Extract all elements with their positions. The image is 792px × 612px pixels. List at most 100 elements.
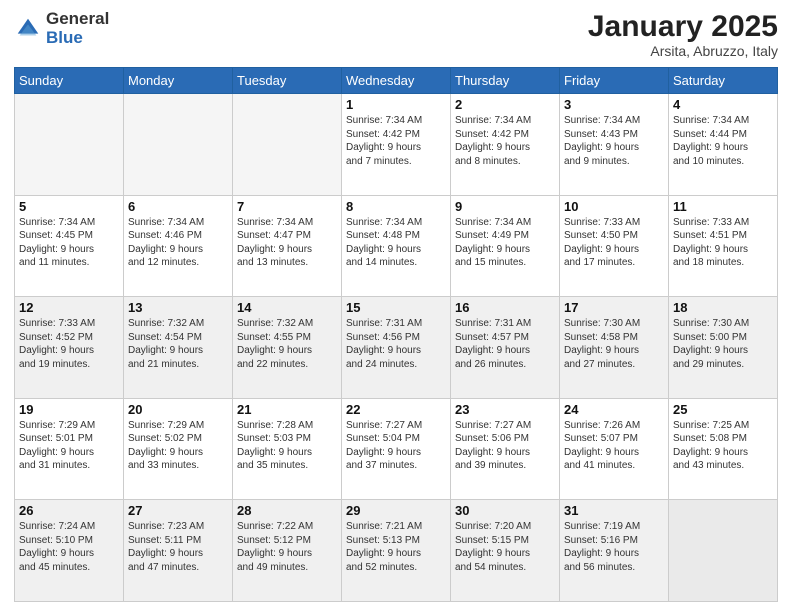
day-info: Sunrise: 7:34 AM Sunset: 4:42 PM Dayligh… — [455, 114, 555, 168]
day-info: Sunrise: 7:33 AM Sunset: 4:50 PM Dayligh… — [564, 216, 664, 270]
table-row: 20Sunrise: 7:29 AM Sunset: 5:02 PM Dayli… — [124, 398, 233, 500]
day-info: Sunrise: 7:27 AM Sunset: 5:04 PM Dayligh… — [346, 419, 446, 473]
day-number: 28 — [237, 503, 337, 518]
col-monday: Monday — [124, 68, 233, 94]
day-info: Sunrise: 7:34 AM Sunset: 4:42 PM Dayligh… — [346, 114, 446, 168]
day-number: 26 — [19, 503, 119, 518]
day-info: Sunrise: 7:34 AM Sunset: 4:44 PM Dayligh… — [673, 114, 773, 168]
day-info: Sunrise: 7:34 AM Sunset: 4:48 PM Dayligh… — [346, 216, 446, 270]
day-info: Sunrise: 7:26 AM Sunset: 5:07 PM Dayligh… — [564, 419, 664, 473]
col-wednesday: Wednesday — [342, 68, 451, 94]
title-block: January 2025 Arsita, Abruzzo, Italy — [588, 10, 778, 59]
day-number: 9 — [455, 199, 555, 214]
table-row — [15, 94, 124, 196]
col-sunday: Sunday — [15, 68, 124, 94]
day-info: Sunrise: 7:29 AM Sunset: 5:01 PM Dayligh… — [19, 419, 119, 473]
day-number: 22 — [346, 402, 446, 417]
table-row: 17 Sunrise: 7:30 AM Sunset: 4:58 PM Dayli… — [560, 297, 669, 399]
day-info: Sunrise: 7:34 AM Sunset: 4:49 PM Dayligh… — [455, 216, 555, 270]
month-year: January 2025 — [588, 10, 778, 43]
page-container: General Blue January 2025 Arsita, Abruzz… — [0, 0, 792, 612]
calendar-week-row: 1Sunrise: 7:34 AM Sunset: 4:42 PM Daylig… — [15, 94, 778, 196]
day-info: Sunrise: 7:34 AM Sunset: 4:45 PM Dayligh… — [19, 216, 119, 270]
table-row: 8 Sunrise: 7:34 AM Sunset: 4:48 PM Daylig… — [342, 195, 451, 297]
day-info: Sunrise: 7:20 AM Sunset: 5:15 PM Dayligh… — [455, 520, 555, 574]
day-number: 29 — [346, 503, 446, 518]
day-number: 13 — [128, 300, 228, 315]
day-number: 4 — [673, 97, 773, 112]
table-row: 4 Sunrise: 7:34 AM Sunset: 4:44 PM Daylig… — [669, 94, 778, 196]
logo-blue: Blue — [46, 29, 109, 48]
logo: General Blue — [14, 10, 109, 47]
day-info: Sunrise: 7:32 AM Sunset: 4:54 PM Dayligh… — [128, 317, 228, 371]
logo-general: General — [46, 10, 109, 29]
table-row: 5 Sunrise: 7:34 AM Sunset: 4:45 PM Daylig… — [15, 195, 124, 297]
day-number: 18 — [673, 300, 773, 315]
day-info: Sunrise: 7:32 AM Sunset: 4:55 PM Dayligh… — [237, 317, 337, 371]
day-number: 31 — [564, 503, 664, 518]
day-info: Sunrise: 7:22 AM Sunset: 5:12 PM Dayligh… — [237, 520, 337, 574]
table-row: 19Sunrise: 7:29 AM Sunset: 5:01 PM Dayli… — [15, 398, 124, 500]
day-number: 11 — [673, 199, 773, 214]
day-number: 14 — [237, 300, 337, 315]
table-row: 27 Sunrise: 7:23 AM Sunset: 5:11 PM Dayli… — [124, 500, 233, 602]
table-row: 14 Sunrise: 7:32 AM Sunset: 4:55 PM Dayli… — [233, 297, 342, 399]
location: Arsita, Abruzzo, Italy — [588, 43, 778, 59]
table-row: 30 Sunrise: 7:20 AM Sunset: 5:15 PM Dayli… — [451, 500, 560, 602]
table-row: 3Sunrise: 7:34 AM Sunset: 4:43 PM Daylig… — [560, 94, 669, 196]
day-info: Sunrise: 7:31 AM Sunset: 4:57 PM Dayligh… — [455, 317, 555, 371]
table-row — [233, 94, 342, 196]
day-info: Sunrise: 7:29 AM Sunset: 5:02 PM Dayligh… — [128, 419, 228, 473]
col-thursday: Thursday — [451, 68, 560, 94]
day-info: Sunrise: 7:30 AM Sunset: 4:58 PM Dayligh… — [564, 317, 664, 371]
table-row: 9 Sunrise: 7:34 AM Sunset: 4:49 PM Daylig… — [451, 195, 560, 297]
table-row: 7 Sunrise: 7:34 AM Sunset: 4:47 PM Daylig… — [233, 195, 342, 297]
table-row: 6 Sunrise: 7:34 AM Sunset: 4:46 PM Daylig… — [124, 195, 233, 297]
table-row: 16 Sunrise: 7:31 AM Sunset: 4:57 PM Dayli… — [451, 297, 560, 399]
day-info: Sunrise: 7:23 AM Sunset: 5:11 PM Dayligh… — [128, 520, 228, 574]
table-row: 28 Sunrise: 7:22 AM Sunset: 5:12 PM Dayli… — [233, 500, 342, 602]
table-row: 24 Sunrise: 7:26 AM Sunset: 5:07 PM Dayli… — [560, 398, 669, 500]
logo-icon — [14, 15, 42, 43]
day-info: Sunrise: 7:30 AM Sunset: 5:00 PM Dayligh… — [673, 317, 773, 371]
table-row: 29 Sunrise: 7:21 AM Sunset: 5:13 PM Dayli… — [342, 500, 451, 602]
day-info: Sunrise: 7:28 AM Sunset: 5:03 PM Dayligh… — [237, 419, 337, 473]
table-row: 11Sunrise: 7:33 AM Sunset: 4:51 PM Dayli… — [669, 195, 778, 297]
day-number: 6 — [128, 199, 228, 214]
logo-text: General Blue — [46, 10, 109, 47]
day-info: Sunrise: 7:25 AM Sunset: 5:08 PM Dayligh… — [673, 419, 773, 473]
day-number: 27 — [128, 503, 228, 518]
table-row: 10 Sunrise: 7:33 AM Sunset: 4:50 PM Dayli… — [560, 195, 669, 297]
day-number: 8 — [346, 199, 446, 214]
table-row — [669, 500, 778, 602]
table-row: 22 Sunrise: 7:27 AM Sunset: 5:04 PM Dayli… — [342, 398, 451, 500]
col-friday: Friday — [560, 68, 669, 94]
day-number: 7 — [237, 199, 337, 214]
day-number: 30 — [455, 503, 555, 518]
calendar-header-row: Sunday Monday Tuesday Wednesday Thursday… — [15, 68, 778, 94]
day-number: 5 — [19, 199, 119, 214]
calendar-week-row: 19Sunrise: 7:29 AM Sunset: 5:01 PM Dayli… — [15, 398, 778, 500]
table-row: 2Sunrise: 7:34 AM Sunset: 4:42 PM Daylig… — [451, 94, 560, 196]
day-number: 16 — [455, 300, 555, 315]
day-number: 25 — [673, 402, 773, 417]
day-number: 10 — [564, 199, 664, 214]
day-info: Sunrise: 7:21 AM Sunset: 5:13 PM Dayligh… — [346, 520, 446, 574]
table-row: 15Sunrise: 7:31 AM Sunset: 4:56 PM Dayli… — [342, 297, 451, 399]
table-row: 18 Sunrise: 7:30 AM Sunset: 5:00 PM Dayli… — [669, 297, 778, 399]
col-tuesday: Tuesday — [233, 68, 342, 94]
day-info: Sunrise: 7:33 AM Sunset: 4:52 PM Dayligh… — [19, 317, 119, 371]
day-info: Sunrise: 7:31 AM Sunset: 4:56 PM Dayligh… — [346, 317, 446, 371]
day-info: Sunrise: 7:34 AM Sunset: 4:46 PM Dayligh… — [128, 216, 228, 270]
table-row: 1Sunrise: 7:34 AM Sunset: 4:42 PM Daylig… — [342, 94, 451, 196]
day-number: 3 — [564, 97, 664, 112]
page-header: General Blue January 2025 Arsita, Abruzz… — [14, 10, 778, 59]
day-number: 23 — [455, 402, 555, 417]
day-number: 17 — [564, 300, 664, 315]
day-info: Sunrise: 7:24 AM Sunset: 5:10 PM Dayligh… — [19, 520, 119, 574]
table-row: 31 Sunrise: 7:19 AM Sunset: 5:16 PM Dayli… — [560, 500, 669, 602]
day-info: Sunrise: 7:19 AM Sunset: 5:16 PM Dayligh… — [564, 520, 664, 574]
day-number: 24 — [564, 402, 664, 417]
day-info: Sunrise: 7:34 AM Sunset: 4:47 PM Dayligh… — [237, 216, 337, 270]
day-number: 21 — [237, 402, 337, 417]
